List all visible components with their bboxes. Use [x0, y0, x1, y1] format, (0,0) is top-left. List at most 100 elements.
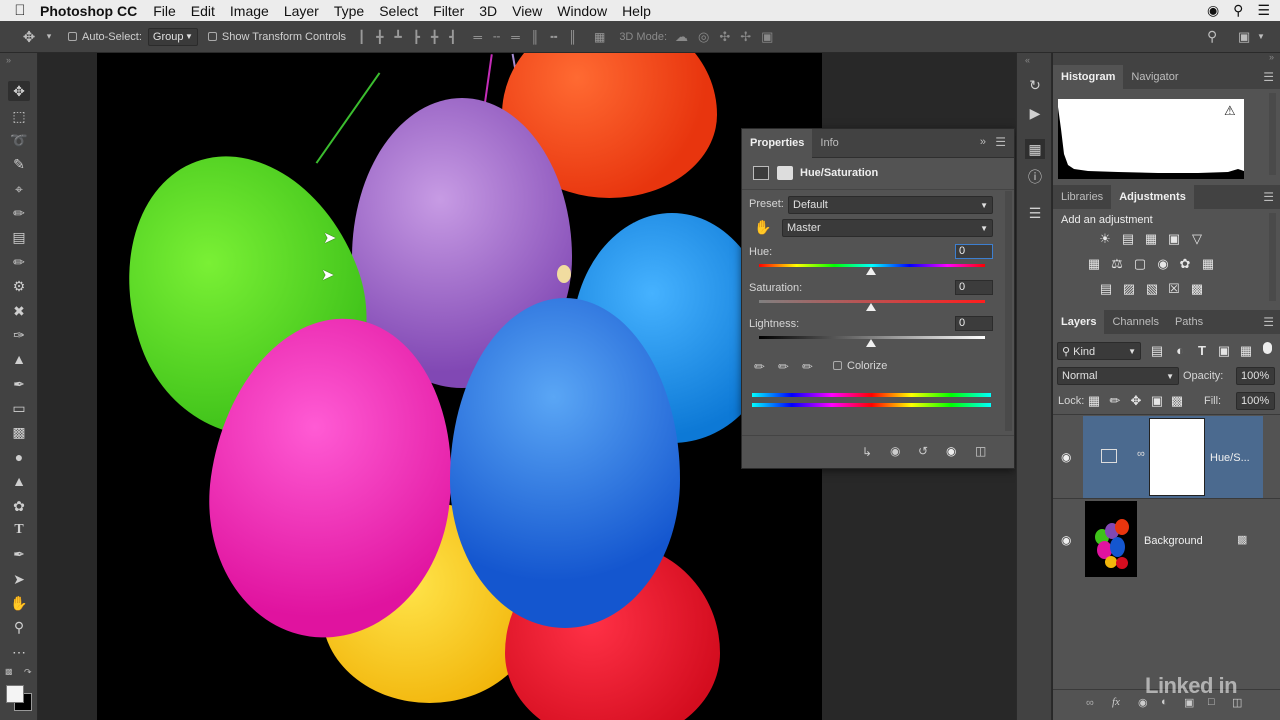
path-selection-tool-icon[interactable]: ➤	[8, 569, 30, 589]
chain-link-icon[interactable]: ∞	[1137, 448, 1145, 460]
workspace-switcher-icon[interactable]: ▣	[1238, 29, 1250, 45]
align-vcenter-icon[interactable]: ╋	[376, 30, 383, 44]
tab-paths[interactable]: Paths	[1167, 310, 1211, 334]
menu-view[interactable]: View	[512, 3, 542, 19]
auto-select-dropdown[interactable]: Group ▼	[147, 27, 198, 46]
3d-slide-icon[interactable]: ✢	[740, 29, 751, 45]
levels-icon[interactable]: ▤	[1120, 231, 1136, 247]
color-lookup-icon[interactable]: ▦	[1200, 256, 1216, 272]
hue-slider-thumb[interactable]	[866, 267, 876, 275]
eyedropper-plus-icon[interactable]: ✏	[778, 359, 789, 375]
menu-3d[interactable]: 3D	[479, 3, 497, 19]
quick-select-tool-icon[interactable]: ✎	[8, 154, 30, 174]
preset-dropdown[interactable]: Default ▼	[788, 196, 993, 214]
tab-info[interactable]: Info	[812, 129, 846, 158]
warning-icon[interactable]: ⚠	[1224, 103, 1236, 119]
app-name-menu[interactable]: Photoshop CC	[40, 3, 137, 19]
delete-trash-icon[interactable]: ◫	[975, 444, 986, 458]
swap-colors-icon[interactable]: ↷	[24, 667, 32, 678]
smudge-tool-icon[interactable]: ✒	[8, 374, 30, 394]
move-tool-preset-icon[interactable]: ✥	[14, 28, 44, 46]
photo-filter-icon[interactable]: ◉	[1155, 256, 1171, 272]
link-layers-icon[interactable]: ∞	[1086, 697, 1094, 709]
creative-cloud-icon[interactable]: ◉	[1207, 2, 1219, 19]
menu-layer[interactable]: Layer	[284, 3, 319, 19]
more-tools-icon[interactable]: ⋯	[8, 642, 30, 662]
tab-navigator[interactable]: Navigator	[1123, 65, 1186, 89]
lightness-slider-thumb[interactable]	[866, 339, 876, 347]
eyedropper-icon[interactable]: ✏	[754, 359, 765, 375]
layer-row-background[interactable]: ◉ Background ▩	[1053, 499, 1280, 581]
default-colors-icon[interactable]: ▩	[5, 667, 13, 676]
hue-saturation-adj-icon[interactable]: ▦	[1086, 256, 1102, 272]
auto-select-checkbox[interactable]: Auto-Select:	[68, 31, 142, 43]
chevron-down-icon[interactable]: ▾	[44, 31, 54, 42]
history-brush-tool-icon[interactable]: ✖	[8, 301, 30, 321]
lightness-input[interactable]: 0	[955, 316, 993, 331]
move-tool-icon[interactable]: ✥	[8, 81, 30, 101]
opacity-input[interactable]: 100%	[1236, 367, 1275, 385]
panel-menu-icon[interactable]: ☰	[995, 135, 1006, 149]
show-transform-checkbox[interactable]: Show Transform Controls	[207, 31, 346, 43]
posterize-icon[interactable]: ▨	[1121, 281, 1137, 297]
distribute-bottom-icon[interactable]: ═	[511, 30, 520, 44]
brush-tool-icon[interactable]: ✏	[8, 252, 30, 272]
info-icon[interactable]: ⓘ	[1025, 167, 1045, 187]
lock-artboard-icon[interactable]: ▣	[1149, 393, 1165, 409]
panel-menu-icon[interactable]: ☰	[1263, 310, 1274, 334]
distribute-top-icon[interactable]: ═	[473, 30, 482, 44]
panel-menu-icon[interactable]: ☰	[1263, 65, 1274, 89]
document-image[interactable]	[97, 53, 822, 720]
healing-brush-tool-icon[interactable]: ▤	[8, 227, 30, 247]
filter-pixel-icon[interactable]: ▤	[1149, 343, 1165, 359]
menu-edit[interactable]: Edit	[191, 3, 215, 19]
collapse-arrows-icon[interactable]: »	[1269, 52, 1274, 62]
apple-icon[interactable]: 	[0, 2, 40, 19]
vibrance-icon[interactable]: ▽	[1189, 231, 1205, 247]
layer-filter-dropdown[interactable]: ⚲ Kind ▼	[1057, 342, 1141, 360]
clip-to-layer-icon[interactable]: ↳	[862, 445, 872, 459]
filter-shape-icon[interactable]: ▣	[1216, 343, 1232, 359]
color-balance-icon[interactable]: ⚖	[1109, 256, 1125, 272]
tab-adjustments[interactable]: Adjustments	[1111, 185, 1194, 209]
properties-icon[interactable]: ▦	[1025, 139, 1045, 159]
layer-row-hue-saturation[interactable]: ◉ ∞ Hue/S...	[1053, 416, 1280, 498]
crop-tool-icon[interactable]: ⌖	[8, 179, 30, 199]
3d-orbit-icon[interactable]: ☁	[675, 29, 688, 45]
menu-type[interactable]: Type	[334, 3, 364, 19]
reset-icon[interactable]: ↺	[918, 444, 928, 458]
eyedropper-tool-icon[interactable]: ✏	[8, 203, 30, 223]
menu-select[interactable]: Select	[379, 3, 418, 19]
properties-scrollbar[interactable]	[1005, 191, 1012, 431]
stamp-tool-icon[interactable]: ▲	[8, 349, 30, 369]
lock-transparency-icon[interactable]: ▦	[1086, 393, 1102, 409]
tab-layers[interactable]: Layers	[1053, 310, 1105, 334]
menu-file[interactable]: File	[153, 3, 176, 19]
hue-input[interactable]: 0	[955, 244, 993, 259]
tab-histogram[interactable]: Histogram	[1053, 65, 1124, 89]
layer-visibility-eye-icon[interactable]: ◉	[1061, 450, 1071, 464]
actions-play-icon[interactable]: ▶	[1025, 103, 1045, 123]
saturation-slider-thumb[interactable]	[866, 303, 876, 311]
sponge-tool-icon[interactable]: ✿	[8, 496, 30, 516]
layer-mask-thumbnail[interactable]	[1149, 418, 1205, 496]
colorize-checkbox[interactable]: Colorize	[833, 360, 887, 372]
visibility-eye-icon[interactable]: ◉	[946, 444, 956, 458]
blur-tool-icon[interactable]: ●	[8, 447, 30, 467]
filter-smart-object-icon[interactable]: ▦	[1238, 343, 1254, 359]
filter-type-icon[interactable]: T	[1194, 343, 1210, 359]
paint-brush-icon[interactable]: ✑	[8, 325, 30, 345]
marquee-tool-icon[interactable]: ⬚	[8, 106, 30, 126]
layer-name[interactable]: Hue/S...	[1210, 452, 1250, 464]
panel-menu-icon[interactable]: ☰	[1263, 185, 1274, 209]
eyedropper-minus-icon[interactable]: ✏	[802, 359, 813, 375]
adjustments-list-icon[interactable]: ☰	[1025, 203, 1045, 223]
histogram-scrollbar[interactable]	[1269, 93, 1276, 175]
align-left-icon[interactable]: ┣	[413, 30, 420, 44]
lock-position-icon[interactable]: ✥	[1128, 393, 1144, 409]
search-icon[interactable]: ⚲	[1207, 28, 1217, 45]
layer-mask-icon[interactable]	[777, 166, 793, 180]
notification-list-icon[interactable]: ☰	[1257, 2, 1270, 19]
auto-align-icon[interactable]: ▦	[594, 30, 605, 44]
dodge-tool-icon[interactable]: ▲	[8, 471, 30, 491]
